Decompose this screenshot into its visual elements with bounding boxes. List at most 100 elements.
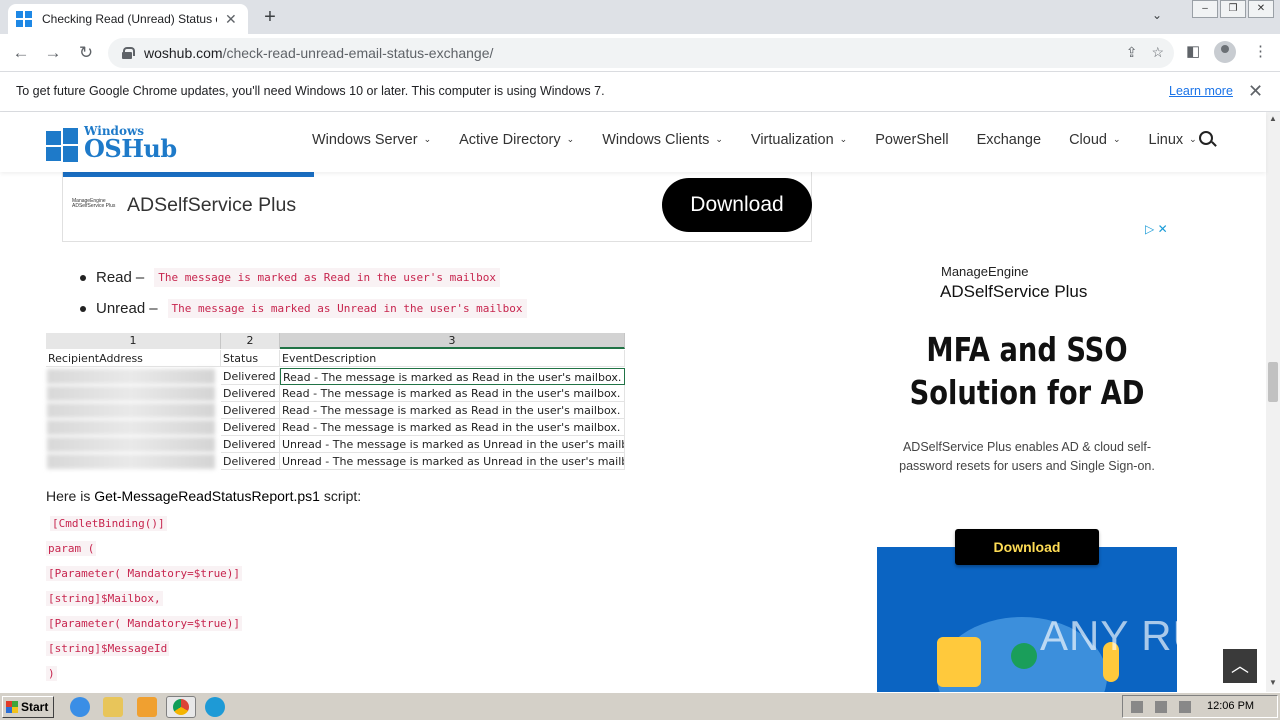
redacted-cell xyxy=(47,386,215,401)
nav-label: Active Directory xyxy=(459,132,561,148)
network-icon[interactable] xyxy=(1155,701,1167,713)
search-icon[interactable] xyxy=(1199,131,1213,145)
action-center-flag-icon[interactable] xyxy=(1179,701,1191,713)
browser-tab[interactable]: Checking Read (Unread) Status of E ✕ xyxy=(8,4,248,34)
windows-logo-icon xyxy=(46,128,80,162)
code-text: ) xyxy=(46,666,57,681)
restore-button[interactable]: ❐ xyxy=(1220,0,1246,18)
anyrun-watermark: ANY RUN xyxy=(1040,612,1236,659)
bookmark-star-icon[interactable]: ☆ xyxy=(1151,44,1164,61)
infobar-message: To get future Google Chrome updates, you… xyxy=(16,84,605,98)
internet-explorer-icon[interactable] xyxy=(70,697,90,717)
nav-item-windows-server[interactable]: Windows Server ⌄ xyxy=(312,132,431,148)
scrollbar-thumb[interactable] xyxy=(1268,362,1278,402)
nav-item-virtualization[interactable]: Virtualization ⌄ xyxy=(751,132,847,148)
code-line: [Parameter( Mandatory=$true)] xyxy=(46,614,243,639)
tab-close-icon[interactable]: ✕ xyxy=(225,11,237,28)
main-nav: Windows Server ⌄ Active Directory ⌄ Window… xyxy=(312,132,1225,148)
file-explorer-icon[interactable] xyxy=(103,697,123,717)
reload-icon[interactable]: ↻ xyxy=(75,42,97,64)
redacted-cell xyxy=(47,454,215,469)
nav-item-cloud[interactable]: Cloud ⌄ xyxy=(1069,132,1120,148)
bullet-term: Read xyxy=(96,269,132,286)
tab-search-chevron-icon[interactable]: ⌄ xyxy=(1152,8,1162,22)
header-cell: EventDescription xyxy=(280,350,625,367)
code-line: ) xyxy=(46,664,242,689)
ad-download-button[interactable]: Download xyxy=(662,178,812,232)
site-logo[interactable]: Windows OSHub xyxy=(46,124,186,164)
side-panel-icon[interactable]: ◧ xyxy=(1186,42,1200,60)
nav-item-active-directory[interactable]: Active Directory ⌄ xyxy=(459,132,574,148)
chrome-taskbar-button[interactable] xyxy=(166,696,196,718)
column-number: 2 xyxy=(221,333,280,349)
media-player-icon[interactable] xyxy=(137,697,157,717)
share-icon[interactable]: ⇪ xyxy=(1126,44,1138,61)
scroll-up-arrow-icon[interactable]: ▲ xyxy=(1269,114,1277,123)
description-line-2: password resets for users and Single Sig… xyxy=(899,459,1155,473)
nav-item-exchange[interactable]: Exchange xyxy=(977,132,1042,148)
nav-label: Cloud xyxy=(1069,132,1107,148)
address-bar[interactable]: woshub.com/check-read-unread-email-statu… xyxy=(108,38,1174,68)
script-name: Get-MessageReadStatusReport.ps1 xyxy=(94,488,320,504)
bullet-dot xyxy=(80,274,86,281)
browser-toolbar: ← → ↻ woshub.com/check-read-unread-email… xyxy=(0,34,1280,72)
nav-item-powershell[interactable]: PowerShell xyxy=(875,132,948,148)
status-cell: Delivered xyxy=(221,402,280,419)
ad-product: ADSelfService Plus xyxy=(940,282,1088,301)
tab-strip: Checking Read (Unread) Status of E ✕ + ⌄… xyxy=(0,0,1280,34)
lock-icon[interactable] xyxy=(122,47,135,59)
close-window-button[interactable]: ✕ xyxy=(1248,0,1274,18)
edge-icon[interactable] xyxy=(205,697,225,717)
start-button[interactable]: Start xyxy=(2,696,54,718)
ad-banner-image xyxy=(63,172,314,177)
nav-item-windows-clients[interactable]: Windows Clients ⌄ xyxy=(602,132,723,148)
code-line: param ( xyxy=(46,539,242,564)
back-arrow-icon[interactable]: ← xyxy=(10,42,32,64)
forward-arrow-icon[interactable]: → xyxy=(42,42,64,64)
status-bullet-list: Read – The message is marked as Read in t… xyxy=(80,262,527,324)
code-text: [CmdletBinding()] xyxy=(50,516,167,531)
minimize-button[interactable]: – xyxy=(1192,0,1218,18)
windows-taskbar: Start 12:06 PM xyxy=(0,692,1280,720)
inline-code: The message is marked as Read in the use… xyxy=(154,268,500,287)
script-intro: Here is Get-MessageReadStatusReport.ps1 … xyxy=(46,488,361,504)
description-cell: Read - The message is marked as Read in … xyxy=(280,385,625,402)
code-line: [string]$Mailbox, xyxy=(46,589,242,614)
nav-label: Virtualization xyxy=(750,132,834,148)
description-line-1: ADSelfService Plus enables AD & cloud se… xyxy=(902,440,1152,454)
new-tab-button[interactable]: + xyxy=(258,6,282,30)
code-text: [string]$MessageId xyxy=(46,641,170,656)
clock[interactable]: 12:06 PM xyxy=(1207,700,1254,712)
system-tray: 12:06 PM xyxy=(1122,695,1278,718)
sidebar-download-button[interactable]: Download xyxy=(955,529,1099,565)
profile-avatar[interactable] xyxy=(1214,41,1236,63)
checkmark-icon xyxy=(1011,643,1037,669)
nav-item-linux[interactable]: Linux ⌄ xyxy=(1149,132,1197,148)
bullet-term: Unread xyxy=(96,300,146,317)
padlock-icon xyxy=(937,637,981,687)
page-content: ManageEngine ADSelfService Plus ADSelfSer… xyxy=(0,172,1266,692)
adchoices-icon[interactable]: ▷ ✕ xyxy=(1145,222,1168,236)
page-scrollbar[interactable]: ▲ ▼ xyxy=(1266,112,1280,692)
update-infobar: To get future Google Chrome updates, you… xyxy=(0,72,1280,112)
learn-more-link[interactable]: Learn more xyxy=(1169,84,1233,98)
volume-icon[interactable] xyxy=(1131,701,1143,713)
description-cell: Unread - The message is marked as Unread… xyxy=(280,453,625,470)
code-text: param ( xyxy=(46,541,97,556)
nav-label: Windows Clients xyxy=(602,132,710,148)
nav-label: Windows Server xyxy=(312,132,418,148)
column-number: 1 xyxy=(46,333,221,349)
window-controls: – ❐ ✕ xyxy=(1190,0,1274,18)
description-cell: Read - The message is marked as Read in … xyxy=(280,419,625,436)
menu-kebab-icon[interactable]: ⋮ xyxy=(1253,42,1268,60)
scroll-down-arrow-icon[interactable]: ▼ xyxy=(1269,678,1277,687)
status-cell: Delivered xyxy=(221,419,280,436)
code-line: [Parameter( Mandatory=$true)] xyxy=(46,564,243,589)
nav-label: Exchange xyxy=(976,132,1042,148)
logo-text-bottom: OSHub xyxy=(84,134,177,163)
banner-ad[interactable]: ManageEngine ADSelfService Plus ADSelfSer… xyxy=(62,172,812,242)
ad-product-name: ADSelfService Plus xyxy=(127,194,297,216)
scroll-to-top-button[interactable]: ︿ xyxy=(1223,649,1257,683)
infobar-close-icon[interactable]: ✕ xyxy=(1248,81,1263,102)
chevron-down-icon: ⌄ xyxy=(423,134,432,144)
